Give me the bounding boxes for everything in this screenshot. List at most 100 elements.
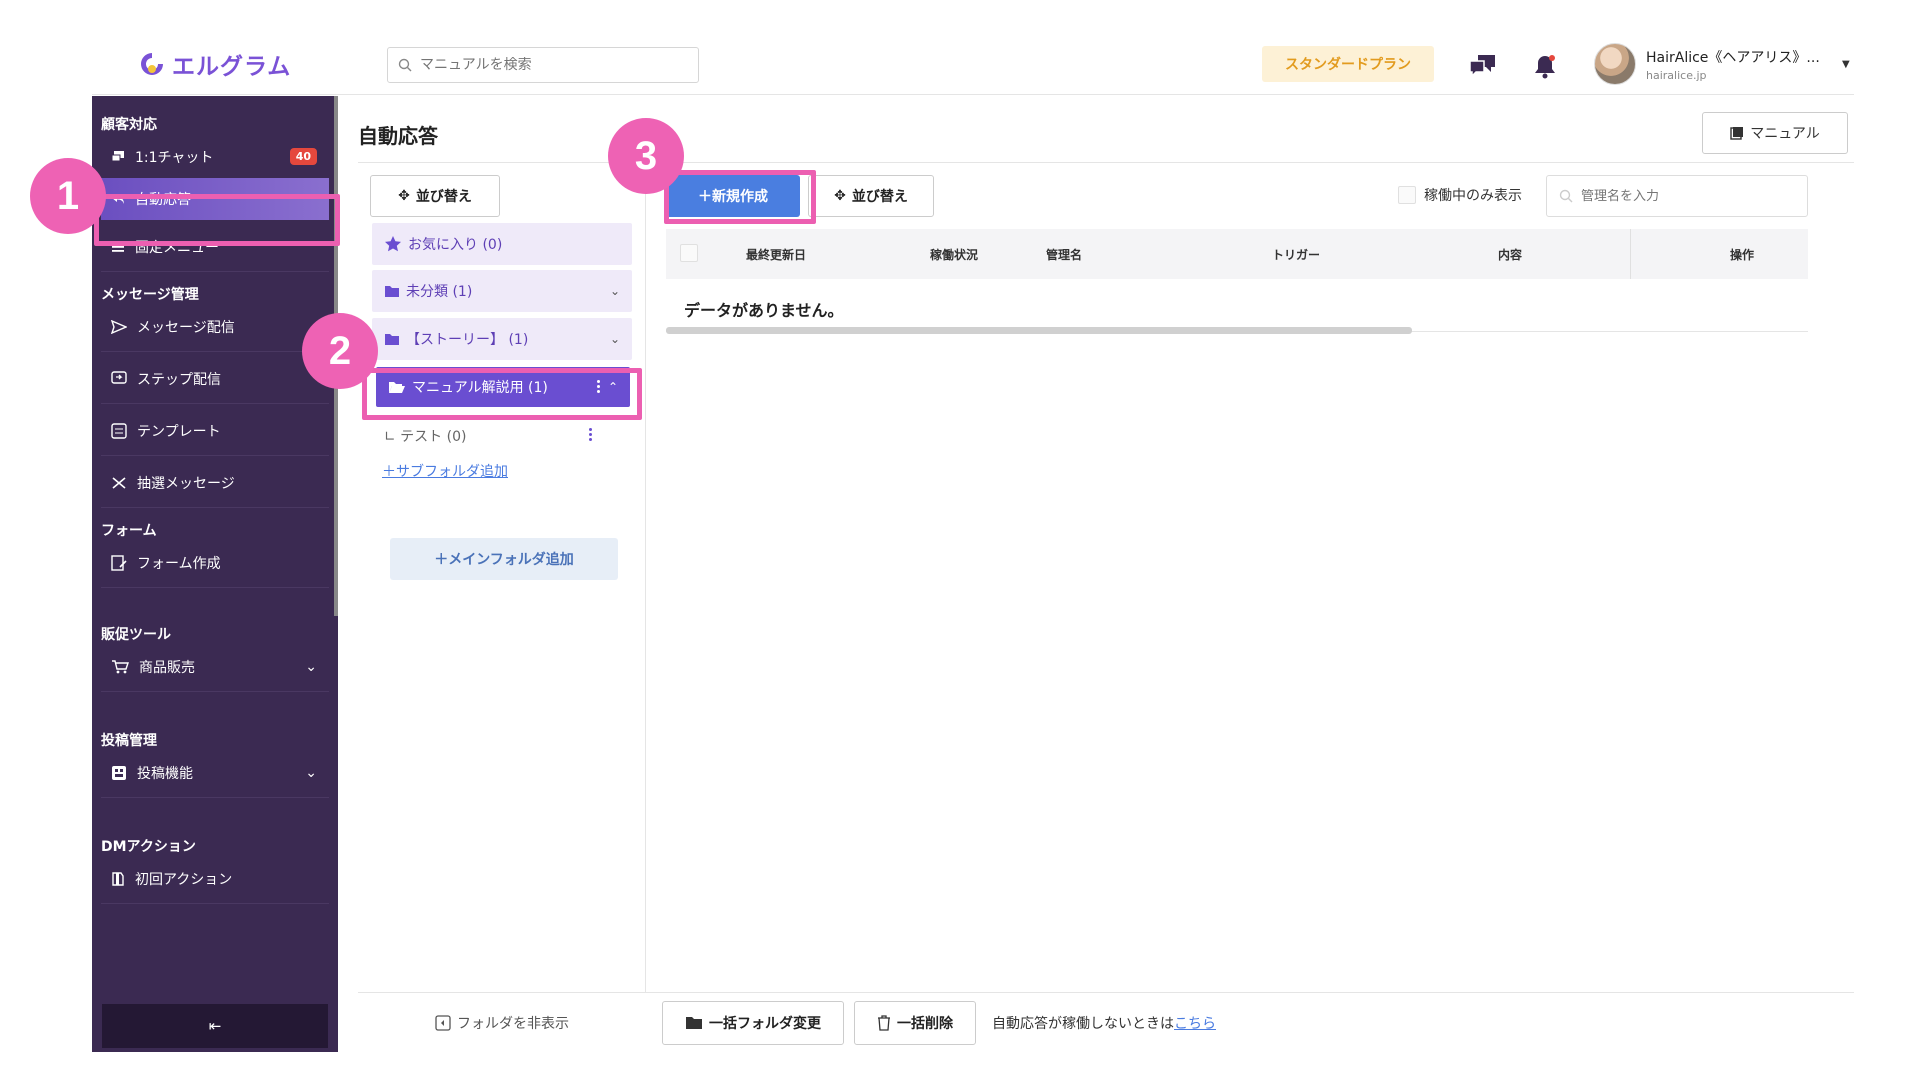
add-main-folder-button[interactable]: ＋メインフォルダ追加 (390, 538, 618, 580)
step-marker-2: 2 (302, 313, 378, 389)
page-title: 自動応答 (358, 124, 438, 148)
logo-icon (141, 53, 163, 75)
logo[interactable]: エルグラム (138, 47, 291, 81)
user-menu[interactable]: HairAlice《ヘアアリス》... hairalice.jp (1594, 43, 1820, 85)
active-only-filter[interactable]: 稼働中のみ表示 (1398, 185, 1522, 205)
user-name: HairAlice《ヘアアリス》... (1646, 49, 1820, 66)
active-only-checkbox[interactable] (1398, 186, 1416, 204)
sidebar-item-chat[interactable]: 1:1チャット 40 (101, 132, 329, 182)
sidebar-item-product-sales[interactable]: 商品販売 ⌄ (101, 642, 329, 692)
column-header[interactable]: トリガー (1272, 246, 1320, 263)
subfolder-label: ∟ テスト (0) (384, 429, 467, 445)
column-header[interactable]: 管理名 (1046, 246, 1082, 263)
sidebar-item-label: 自動応答 (135, 192, 191, 208)
search-icon (398, 58, 412, 72)
book-icon (1730, 127, 1744, 140)
bulk-delete-button[interactable]: 一括削除 (854, 1000, 976, 1045)
shuffle-icon (112, 476, 126, 489)
form-icon (111, 554, 127, 571)
name-search[interactable] (1546, 175, 1808, 217)
sidebar-section-title: 投稿管理 (101, 733, 157, 749)
sidebar-item-template[interactable]: テンプレート (101, 406, 329, 456)
folder-label: 未分類 (1) (406, 284, 473, 300)
send-icon (111, 319, 127, 334)
step-icon (111, 370, 127, 384)
sidebar-item-lottery-message[interactable]: 抽選メッセージ (101, 458, 329, 508)
column-header[interactable]: 最終更新日 (746, 246, 806, 263)
folder-uncategorized[interactable]: 未分類 (1) ⌄ (372, 270, 632, 312)
step-marker-3: 3 (608, 118, 684, 194)
logo-text: エルグラム (172, 54, 292, 80)
sidebar-section-title: 販促ツール (101, 627, 171, 643)
sidebar-section-title: 顧客対応 (101, 117, 157, 133)
select-all-checkbox[interactable] (680, 244, 698, 262)
sidebar-item-label: 抽選メッセージ (137, 475, 235, 492)
subfolder-test[interactable]: ∟ テスト (0) (384, 426, 620, 446)
column-header[interactable]: 稼働状況 (930, 246, 978, 263)
folder-manual-guide[interactable]: マニュアル解説用 (1) ⌃ (376, 367, 630, 407)
plan-badge[interactable]: スタンダードプラン (1262, 46, 1434, 82)
bulk-action-bar: 一括フォルダ変更 一括削除 自動応答が稼働しないときはこちら (646, 992, 1854, 1052)
chevron-down-icon[interactable]: ⌄ (305, 765, 317, 781)
column-divider (1630, 229, 1631, 279)
bulk-folder-change-button[interactable]: 一括フォルダ変更 (662, 1000, 844, 1045)
sidebar-item-label: 初回アクション (135, 871, 233, 888)
chevron-down-icon[interactable]: ⌄ (610, 284, 620, 298)
post-icon (112, 765, 126, 780)
sidebar-item-label: テンプレート (137, 423, 221, 440)
active-only-label: 稼働中のみ表示 (1424, 188, 1522, 204)
chevron-down-icon[interactable]: ⌄ (305, 659, 317, 675)
hide-folders-button[interactable]: フォルダを非表示 (358, 992, 646, 1052)
sidebar-item-label: メッセージ配信 (137, 319, 235, 336)
folder-favorites[interactable]: お気に入り (0) (372, 223, 632, 265)
folder-story[interactable]: 【ストーリー】 (1) ⌄ (372, 318, 632, 360)
folder-label: 【ストーリー】 (1) (406, 332, 529, 348)
hide-folders-label: フォルダを非表示 (457, 1015, 569, 1032)
manual-button[interactable]: マニュアル (1702, 112, 1848, 154)
folder-sort-button[interactable]: ✥ 並び替え (370, 175, 500, 217)
bulk-delete-label: 一括削除 (897, 1015, 953, 1032)
cart-icon (112, 659, 129, 673)
folder-icon (385, 334, 399, 345)
sidebar-item-form-create[interactable]: フォーム作成 (101, 538, 329, 588)
unread-badge: 40 (289, 148, 317, 165)
reply-icon (112, 194, 124, 204)
chevron-down-icon[interactable]: ⌄ (610, 332, 620, 346)
bulk-folder-change-label: 一括フォルダ変更 (709, 1015, 821, 1032)
help-link[interactable]: こちら (1174, 1016, 1216, 1032)
chevron-up-icon[interactable]: ⌃ (608, 380, 618, 394)
sidebar-item-post-feature[interactable]: 投稿機能 ⌄ (101, 748, 329, 798)
name-search-input[interactable] (1581, 188, 1791, 204)
sidebar-section-title: フォーム (101, 523, 157, 539)
list-sort-label: 並び替え (851, 189, 908, 205)
manual-search[interactable] (387, 47, 699, 83)
folder-open-icon (389, 382, 405, 393)
footer-note: 自動応答が稼働しないときは (992, 1015, 1174, 1032)
new-create-button[interactable]: ＋新規作成 (666, 175, 800, 217)
horizontal-scrollbar[interactable] (666, 327, 1412, 334)
sidebar-item-fixed-menu[interactable]: 固定メニュー (101, 222, 329, 272)
add-subfolder-link[interactable]: ＋サブフォルダ追加 (382, 461, 508, 481)
search-icon (1559, 189, 1573, 203)
folder-panel: ✥ 並び替え お気に入り (0) 未分類 (1) ⌄ 【ストーリー】 (1) ⌄… (358, 163, 646, 1032)
sidebar-item-step-delivery[interactable]: ステップ配信 (101, 354, 329, 404)
kebab-icon[interactable] (589, 428, 592, 441)
sidebar-item-message-delivery[interactable]: メッセージ配信 (101, 302, 329, 352)
chat-icon (111, 150, 124, 161)
sidebar-item-label: 1:1チャット (135, 149, 214, 166)
empty-message: データがありません。 (684, 301, 844, 320)
column-header[interactable]: 内容 (1498, 246, 1522, 263)
star-icon (385, 236, 401, 252)
manual-search-input[interactable] (420, 57, 680, 73)
sidebar-item-auto-reply[interactable]: 自動応答 (101, 178, 329, 220)
footer-help-text: 自動応答が稼働しないときはこちら (992, 1013, 1216, 1033)
chat-bubbles-icon[interactable] (1466, 49, 1500, 83)
list-sort-button[interactable]: ✥ 並び替え (808, 175, 934, 217)
sidebar-item-label: フォーム作成 (137, 555, 221, 572)
bell-icon[interactable] (1528, 49, 1562, 83)
kebab-icon[interactable] (597, 380, 600, 393)
column-header: 操作 (1730, 248, 1755, 262)
sidebar-item-first-action[interactable]: 初回アクション (101, 854, 329, 904)
sidebar-collapse-button[interactable]: ⇤ (102, 1004, 328, 1048)
caret-down-icon[interactable]: ▼ (1842, 59, 1850, 70)
